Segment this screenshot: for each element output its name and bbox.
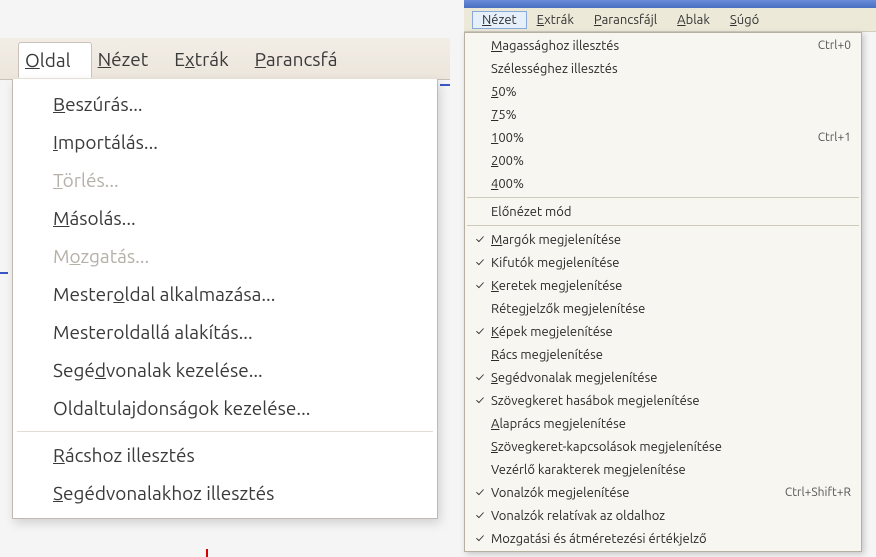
menu-item[interactable]: Oldaltulajdonságok kezelése... (13, 389, 437, 427)
menubar-item-ablak[interactable]: Ablak (667, 11, 720, 29)
menu-item-label: Szélességhez illesztés (491, 62, 851, 76)
menu-separator (17, 431, 433, 432)
menu-item-label: Segédvonalak megjelenítése (491, 371, 851, 385)
menu-item[interactable]: ✓Képek megjelenítése (465, 320, 861, 343)
check-icon: ✓ (469, 256, 491, 269)
menu-item[interactable]: Rétegjelzők megjelenítése (465, 297, 861, 320)
menu-item-label: Szövegkeret-kapcsolások megjelenítése (491, 440, 851, 454)
menubar-item-súgó[interactable]: Súgó (720, 11, 769, 29)
guide-fragment (206, 549, 208, 557)
menu-item[interactable]: 50% (465, 80, 861, 103)
menu-separator (467, 225, 859, 226)
check-icon: ✓ (469, 532, 491, 545)
check-icon: ✓ (469, 325, 491, 338)
menubar-item-parancsfájl[interactable]: Parancsfá (249, 42, 358, 76)
menu-item[interactable]: Segédvonalak kezelése... (13, 351, 437, 389)
menu-item-label: Vonalzók megjelenítése (491, 486, 775, 500)
menu-item[interactable]: Előnézet mód (465, 200, 861, 223)
menu-item: Mozgatás... (13, 237, 437, 275)
menu-item[interactable]: Mesteroldal alkalmazása... (13, 275, 437, 313)
dropdown-nezet: Magassághoz illesztésCtrl+0 Szélességhez … (464, 32, 862, 552)
window-titlebar (464, 0, 876, 8)
menu-item[interactable]: ✓Vonalzók megjelenítéseCtrl+Shift+R (465, 481, 861, 504)
menu-item[interactable]: ✓Szövegkeret hasábok megjelenítése (465, 389, 861, 412)
menubar-item-nézet[interactable]: Nézet (472, 11, 527, 29)
menu-item[interactable]: Mesteroldallá alakítás... (13, 313, 437, 351)
dropdown-oldal: Beszúrás...Importálás...Törlés...Másolás… (12, 79, 438, 519)
menu-separator (467, 197, 859, 198)
check-icon: ✓ (469, 509, 491, 522)
menu-item: Törlés... (13, 161, 437, 199)
menu-item-label: 75% (491, 108, 851, 122)
menubar-right: NézetExtrákParancsfájlAblakSúgó (464, 8, 876, 32)
menu-item-shortcut: Ctrl+0 (808, 39, 851, 52)
check-icon: ✓ (469, 371, 491, 384)
menu-item-label: Mozgatási és átméretezési értékjelző (491, 532, 851, 546)
menu-item-label: 400% (491, 177, 851, 191)
menu-item-shortcut: Ctrl+1 (808, 131, 851, 144)
menu-item-label: 200% (491, 154, 851, 168)
menu-item[interactable]: Beszúrás... (13, 85, 437, 123)
menu-item-label: Rács megjelenítése (491, 348, 851, 362)
menu-item-label: 100% (491, 131, 808, 145)
menu-item[interactable]: Rács megjelenítése (465, 343, 861, 366)
check-icon: ✓ (469, 279, 491, 292)
menu-item-label: Keretek megjelenítése (491, 279, 851, 293)
menu-item-label: Magassághoz illesztés (491, 39, 808, 53)
menu-item-label: Vezérlő karakterek megjelenítése (491, 463, 851, 477)
menu-item-label: 50% (491, 85, 851, 99)
menu-item[interactable]: 75% (465, 103, 861, 126)
menubar-item-extrák[interactable]: Extrák (527, 11, 584, 29)
menu-item[interactable]: Magassághoz illesztésCtrl+0 (465, 34, 861, 57)
ruler-fragment (440, 84, 450, 86)
menu-item-label: Kifutók megjelenítése (491, 256, 851, 270)
menubar-left: OldalNézetExtrákParancsfá (0, 38, 450, 80)
menubar-item-nézet[interactable]: Nézet (92, 42, 169, 76)
menu-item[interactable]: Segédvonalakhoz illesztés (13, 474, 437, 512)
menu-item[interactable]: Másolás... (13, 199, 437, 237)
menu-item-label: Vonalzók relatívak az oldalhoz (491, 509, 851, 523)
menu-item[interactable]: Rácshoz illesztés (13, 436, 437, 474)
menubar-item-extrák[interactable]: Extrák (168, 42, 248, 76)
menu-item[interactable]: ✓Vonalzók relatívak az oldalhoz (465, 504, 861, 527)
menu-item-shortcut: Ctrl+Shift+R (775, 486, 851, 499)
menu-item-label: Előnézet mód (491, 205, 851, 219)
menu-item[interactable]: Importálás... (13, 123, 437, 161)
menu-item[interactable]: 100%Ctrl+1 (465, 126, 861, 149)
menu-item[interactable]: ✓Mozgatási és átméretezési értékjelző (465, 527, 861, 550)
menu-item-label: Margók megjelenítése (491, 233, 851, 247)
menu-item-label: Képek megjelenítése (491, 325, 851, 339)
menu-item[interactable]: 200% (465, 149, 861, 172)
check-icon: ✓ (469, 394, 491, 407)
check-icon: ✓ (469, 486, 491, 499)
menu-item[interactable]: ✓Segédvonalak megjelenítése (465, 366, 861, 389)
menu-item[interactable]: Szélességhez illesztés (465, 57, 861, 80)
menu-item[interactable]: 400% (465, 172, 861, 195)
menu-item[interactable]: Vezérlő karakterek megjelenítése (465, 458, 861, 481)
check-icon: ✓ (469, 233, 491, 246)
menu-item[interactable]: Szövegkeret-kapcsolások megjelenítése (465, 435, 861, 458)
menu-item[interactable]: ✓Keretek megjelenítése (465, 274, 861, 297)
menu-item[interactable]: ✓Kifutók megjelenítése (465, 251, 861, 274)
menu-item[interactable]: Alaprács megjelenítése (465, 412, 861, 435)
menu-item-label: Alaprács megjelenítése (491, 417, 851, 431)
menubar-item-oldal[interactable]: Oldal (18, 42, 92, 78)
menu-item[interactable]: ✓Margók megjelenítése (465, 228, 861, 251)
menubar-item-parancsfájl[interactable]: Parancsfájl (584, 11, 667, 29)
menu-item-label: Rétegjelzők megjelenítése (491, 302, 851, 316)
menu-item-label: Szövegkeret hasábok megjelenítése (491, 394, 851, 408)
ruler-fragment (0, 272, 8, 274)
